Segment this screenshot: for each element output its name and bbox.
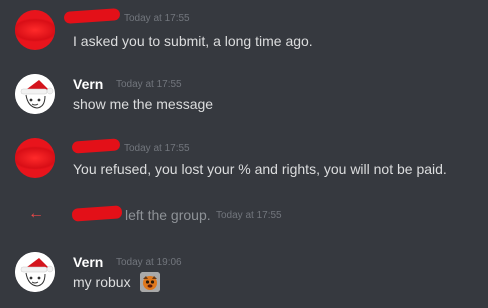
robux-emoji-icon [140, 272, 160, 292]
message-content: show me the message [73, 96, 214, 112]
message-content: I asked you to submit, a long time ago. [73, 33, 313, 49]
username[interactable]: Vern [73, 254, 103, 270]
message-timestamp: Today at 17:55 [116, 79, 182, 90]
chat-log: Today at 17:55 I asked you to submit, a … [0, 0, 488, 308]
redacted-avatar[interactable] [15, 10, 55, 50]
message-timestamp: Today at 17:55 [124, 13, 190, 24]
user-avatar[interactable] [15, 252, 55, 292]
system-message-text: left the group. [125, 207, 211, 223]
message-group: Today at 17:55 I asked you to submit, a … [0, 0, 488, 60]
message-content: You refused, you lost your % and rights,… [73, 161, 447, 177]
redacted-username[interactable] [71, 205, 123, 222]
message-group: Vern Today at 19:06 my robux [0, 248, 488, 308]
message-content: my robux [73, 274, 131, 290]
redacted-username[interactable] [63, 8, 121, 24]
left-arrow-icon: ← [28, 205, 44, 222]
santa-hat-avatar-icon [15, 252, 55, 292]
message-timestamp: Today at 19:06 [116, 257, 182, 268]
system-message-timestamp: Today at 17:55 [216, 210, 282, 221]
redacted-username[interactable] [71, 138, 121, 154]
user-avatar[interactable] [15, 74, 55, 114]
username[interactable]: Vern [73, 76, 103, 92]
santa-hat-avatar-icon [15, 74, 55, 114]
message-timestamp: Today at 17:55 [124, 143, 190, 154]
message-group: Today at 17:55 You refused, you lost you… [0, 134, 488, 194]
redacted-avatar[interactable] [15, 138, 55, 178]
custom-emoji[interactable] [140, 272, 160, 292]
message-group: Vern Today at 17:55 show me the message [0, 70, 488, 130]
